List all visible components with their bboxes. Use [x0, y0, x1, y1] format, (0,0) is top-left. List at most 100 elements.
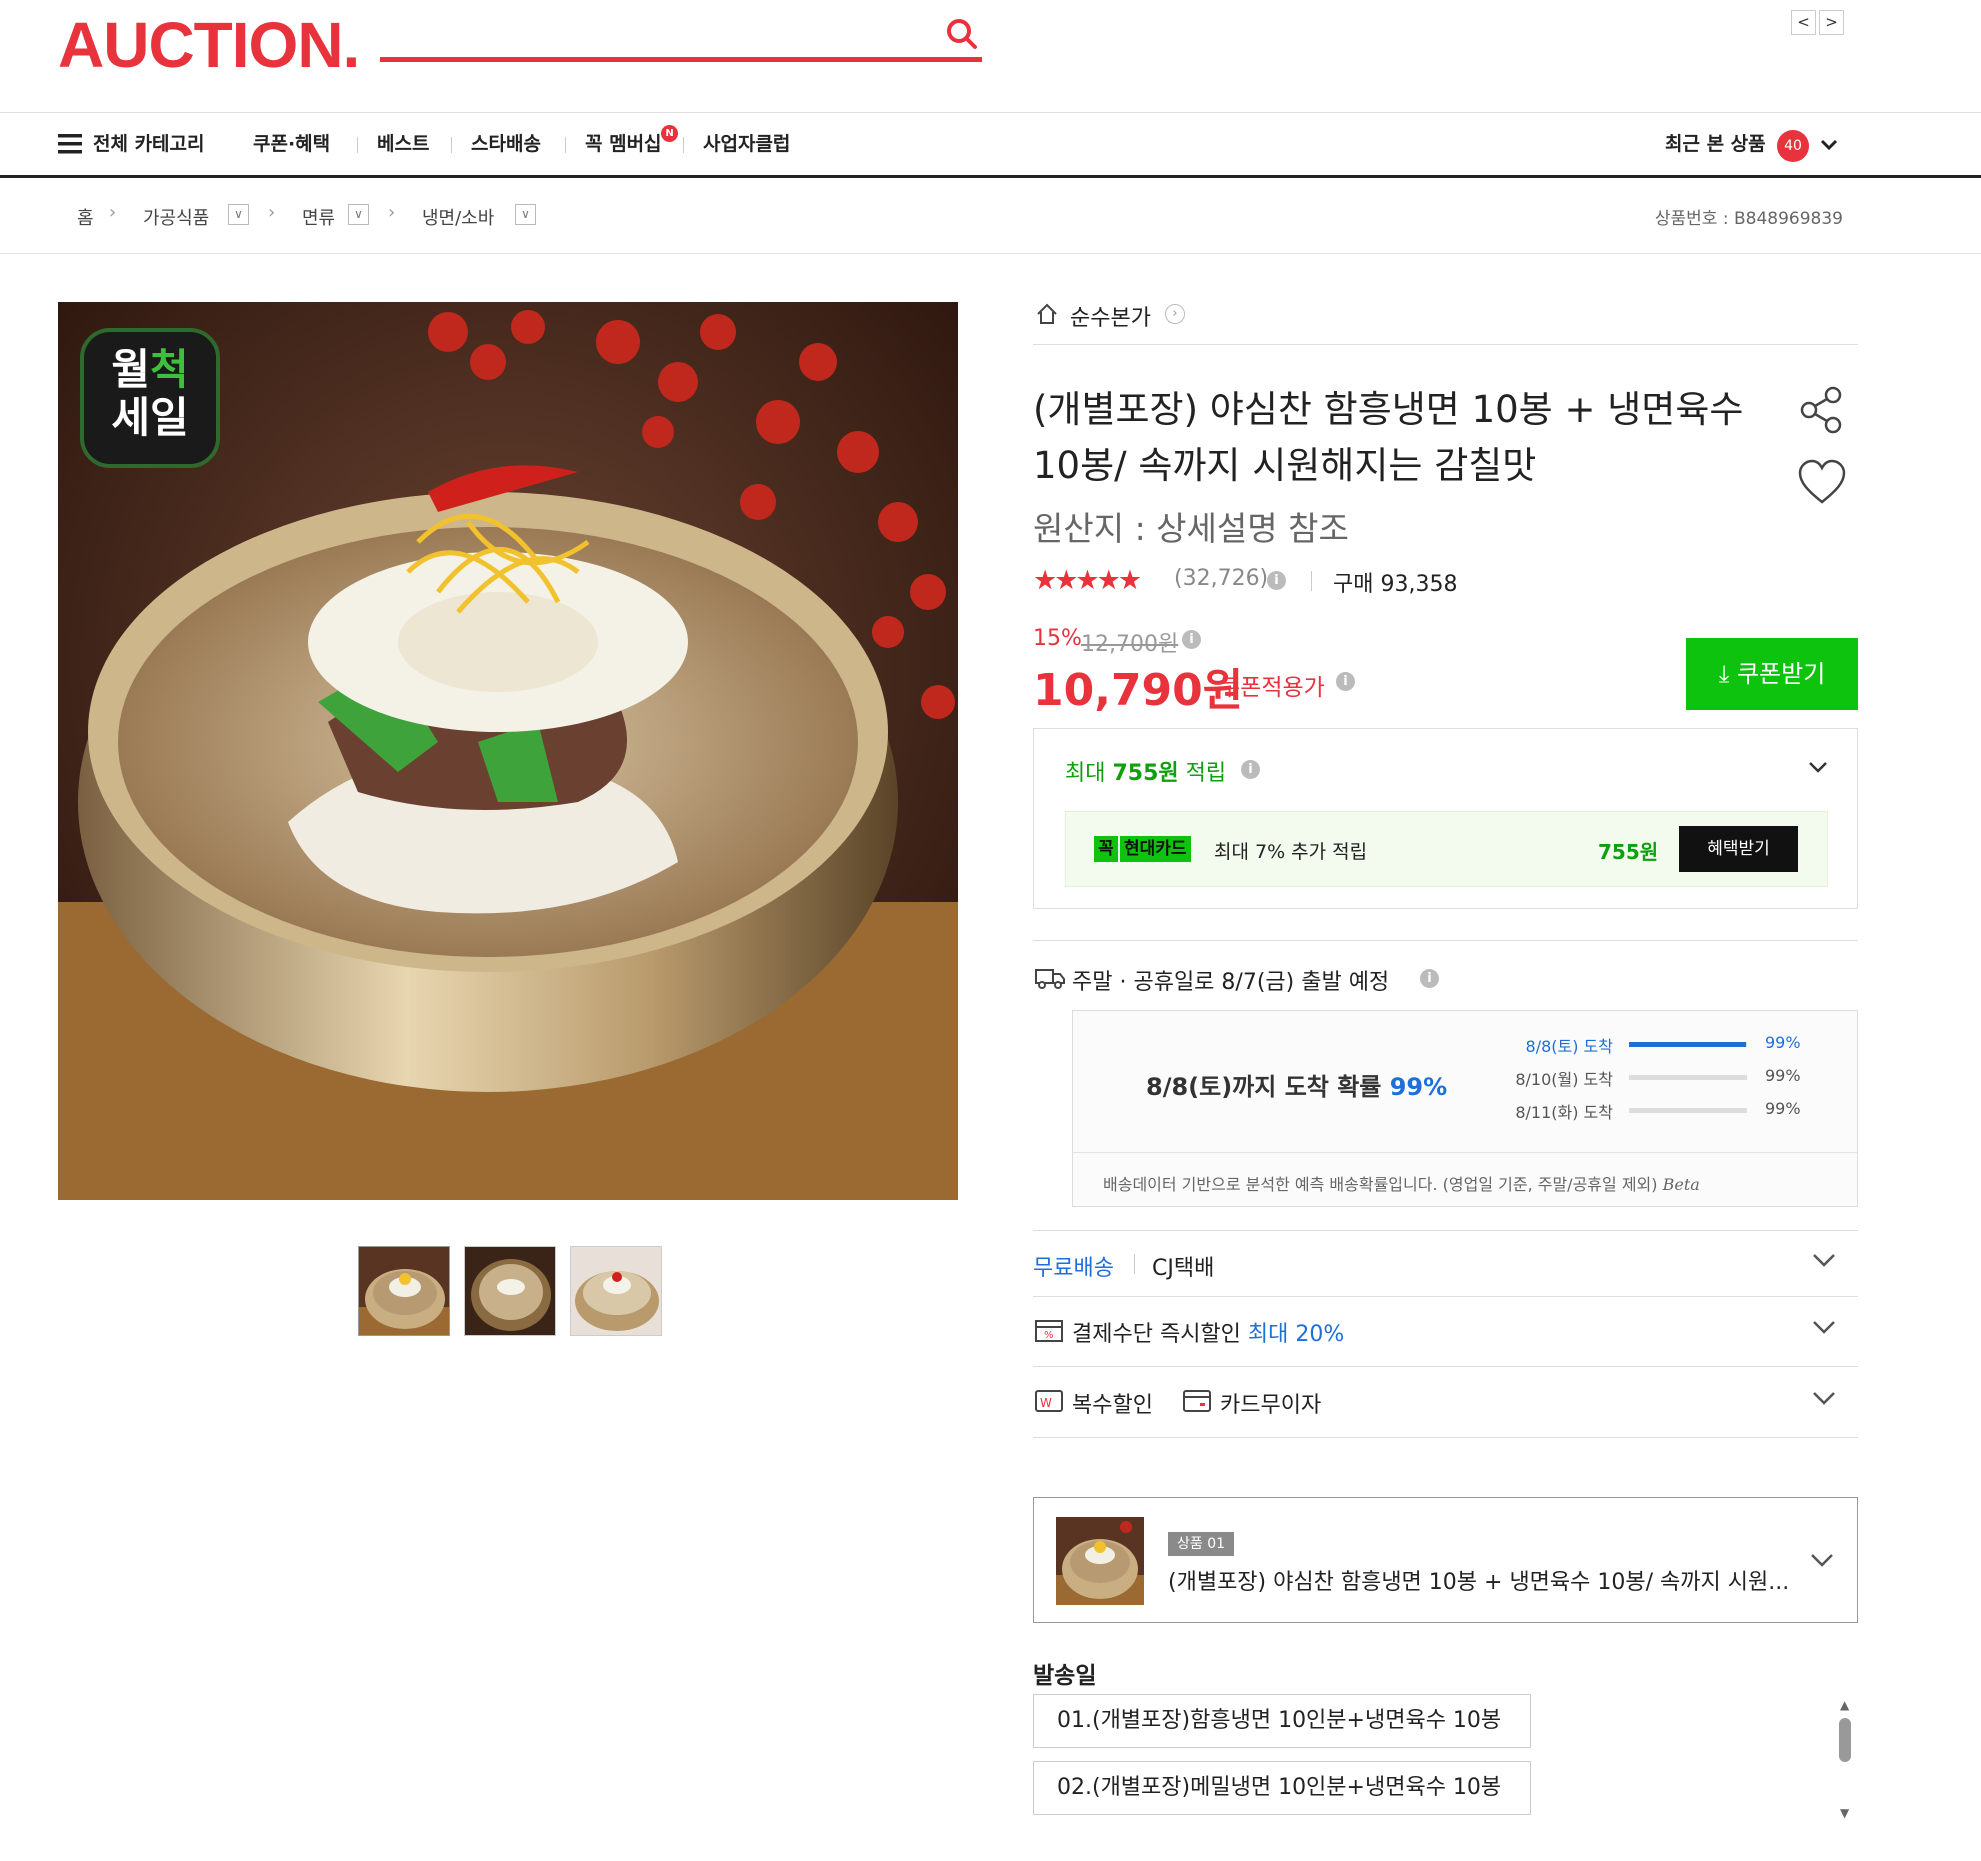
monthly-sale-badge: 월척 세일	[80, 328, 220, 468]
option-item-2[interactable]: 02.(개별포장)메밀냉면 10인분+냉면육수 10봉	[1033, 1761, 1531, 1815]
share-icon[interactable]	[1797, 385, 1847, 435]
all-categories-menu[interactable]: 전체 카테고리	[93, 113, 205, 176]
arrival-summary: 8/8(토)까지 도착 확률 99%	[1146, 1073, 1448, 1101]
breadcrumb-home[interactable]: 홈	[77, 204, 94, 230]
divider	[1033, 1296, 1858, 1297]
scroll-up-arrow[interactable]: ▲	[1840, 1698, 1849, 1712]
rating-stars: ★★★★★	[1033, 565, 1142, 596]
arrival-row-label: 8/8(토) 도착	[1525, 1037, 1613, 1056]
breadcrumb-naengmyeon-soba[interactable]: 냉면/소바	[422, 204, 494, 230]
product-title: (개별포장) 야심찬 함흥냉면 10봉 + 냉면육수 10봉/ 속까지 시원해지…	[1033, 388, 1744, 487]
breadcrumb: 홈 › 가공식품 ∨ › 면류 ∨ › 냉면/소바 ∨ 상품번호 : B8489…	[0, 178, 1981, 254]
arrival-row-label: 8/10(월) 도착	[1515, 1070, 1613, 1089]
review-count[interactable]: (32,726)	[1174, 566, 1268, 591]
free-shipping-label: 무료배송	[1033, 1256, 1114, 1281]
arrival-row-bar	[1629, 1042, 1747, 1047]
chevron-down-icon[interactable]	[1811, 1386, 1837, 1410]
chevron-right-icon[interactable]: ›	[1165, 304, 1185, 324]
payment-discount-label: 결제수단 즉시할인 최대 20%	[1072, 1322, 1345, 1347]
banner-prev-button[interactable]: <	[1791, 10, 1816, 35]
card-points: 755원	[1598, 840, 1659, 864]
search-input[interactable]	[380, 57, 982, 62]
nav-divider	[565, 137, 566, 153]
points-panel: 최대 755원 적립 i 꼭 현대카드 최대 7% 추가 적립 755원 혜택받…	[1033, 728, 1858, 909]
arrival-row-bar	[1629, 1075, 1747, 1080]
info-icon[interactable]: i	[1420, 969, 1439, 988]
arrival-row-value: 99%	[1765, 1099, 1801, 1118]
options-heading: 발송일	[1033, 1663, 1097, 1689]
auction-logo[interactable]: AUCTION.	[58, 8, 360, 82]
top-nav: 전체 카테고리 쿠폰·혜택 베스트 스타배송 꼭 멤버십 N 사업자클럽 최근 …	[0, 112, 1981, 178]
download-icon: ⤓	[1718, 660, 1730, 688]
new-badge: N	[661, 125, 678, 142]
arrival-probability-panel: 8/8(토)까지 도착 확률 99% 8/8(토) 도착 99% 8/10(월) 도…	[1072, 1010, 1858, 1207]
thumbnail-2[interactable]	[464, 1246, 556, 1336]
chevron-down-icon[interactable]	[1807, 757, 1829, 777]
divider	[1134, 1254, 1135, 1274]
chevron-down-icon[interactable]: ∨	[348, 204, 369, 225]
breadcrumb-processed-food[interactable]: 가공식품	[143, 204, 209, 230]
max-points-label: 최대 755원 적립	[1065, 761, 1227, 786]
selected-product-title: (개별포장) 야심찬 함흥냉면 10봉 + 냉면육수 10봉/ 속까지 시원..…	[1168, 1570, 1790, 1595]
svg-text:%: %	[1044, 1330, 1054, 1341]
purchase-count: 구매 93,358	[1333, 572, 1458, 597]
divider	[1073, 1152, 1857, 1153]
divider	[1033, 1366, 1858, 1367]
recent-items-label[interactable]: 최근 본 상품	[1665, 113, 1766, 176]
card-benefit-row: 꼭 현대카드 최대 7% 추가 적립 755원 혜택받기	[1065, 811, 1828, 887]
search-icon[interactable]	[944, 16, 980, 52]
home-icon	[1035, 302, 1059, 326]
installment-label: 카드무이자	[1220, 1393, 1322, 1418]
info-icon[interactable]: i	[1336, 672, 1355, 691]
scroll-down-arrow[interactable]: ▼	[1840, 1806, 1849, 1820]
get-benefit-button[interactable]: 혜택받기	[1679, 826, 1798, 872]
divider	[1033, 940, 1858, 941]
thumbnail-1[interactable]	[358, 1246, 450, 1336]
product-number: 상품번호 : B848969839	[1654, 209, 1843, 229]
chevron-down-icon[interactable]	[1811, 1315, 1837, 1339]
breadcrumb-noodles[interactable]: 면류	[302, 204, 335, 230]
card-badge: 꼭	[1094, 836, 1118, 862]
card-icon	[1183, 1389, 1211, 1413]
product-main-image[interactable]: 월척 세일	[58, 302, 958, 1200]
thumbnail-3[interactable]	[570, 1246, 662, 1336]
card-name: 현대카드	[1120, 836, 1191, 862]
card-desc: 최대 7% 추가 적립	[1214, 841, 1368, 863]
get-coupon-button[interactable]: ⤓ 쿠폰받기	[1686, 638, 1858, 710]
divider	[1311, 571, 1312, 591]
arrival-row-value: 99%	[1765, 1033, 1801, 1052]
chevron-down-icon[interactable]: ∨	[515, 204, 536, 225]
nav-star-delivery[interactable]: 스타배송	[471, 113, 541, 176]
scrollbar-thumb[interactable]	[1839, 1718, 1851, 1762]
option-item-1[interactable]: 01.(개별포장)함흥냉면 10인분+냉면육수 10봉	[1033, 1694, 1531, 1748]
info-icon[interactable]: i	[1241, 760, 1260, 779]
chevron-down-icon[interactable]: ∨	[228, 204, 249, 225]
chevron-down-icon[interactable]	[1811, 1248, 1837, 1272]
multi-discount-icon: W	[1035, 1389, 1063, 1413]
info-icon[interactable]: i	[1182, 630, 1201, 649]
shipping-schedule: 주말 · 공휴일로 8/7(금) 출발 예정	[1072, 970, 1390, 995]
nav-divider	[451, 137, 452, 153]
carrier-label: CJ택배	[1152, 1256, 1215, 1281]
brand-link[interactable]: 순수본가	[1070, 300, 1151, 332]
nav-divider	[357, 137, 358, 153]
nav-coupon-benefits[interactable]: 쿠폰·혜택	[253, 113, 330, 176]
prediction-note: 배송데이터 기반으로 분석한 예측 배송확률입니다. (영업일 기준, 주말/공…	[1103, 1175, 1700, 1194]
sale-price: 10,790원	[1033, 665, 1244, 716]
info-icon[interactable]: i	[1267, 571, 1286, 590]
chevron-down-icon[interactable]	[1818, 135, 1840, 155]
nav-membership[interactable]: 꼭 멤버십	[585, 113, 662, 176]
banner-next-button[interactable]: >	[1819, 10, 1844, 35]
hamburger-icon[interactable]	[58, 134, 82, 154]
heart-icon[interactable]	[1797, 458, 1847, 508]
arrival-row-label: 8/11(화) 도착	[1515, 1103, 1613, 1122]
product-tag: 상품 01	[1168, 1532, 1235, 1556]
selected-product-dropdown[interactable]: 상품 01 (개별포장) 야심찬 함흥냉면 10봉 + 냉면육수 10봉/ 속까…	[1033, 1497, 1858, 1623]
discount-rate: 15%	[1033, 626, 1082, 651]
payment-discount-icon: %	[1035, 1319, 1063, 1343]
coupon-price-label: 쿠폰적용가	[1219, 675, 1325, 701]
nav-best[interactable]: 베스트	[377, 113, 429, 176]
nav-divider	[683, 137, 684, 153]
nav-business-club[interactable]: 사업자클럽	[703, 113, 790, 176]
chevron-down-icon[interactable]	[1809, 1548, 1835, 1572]
